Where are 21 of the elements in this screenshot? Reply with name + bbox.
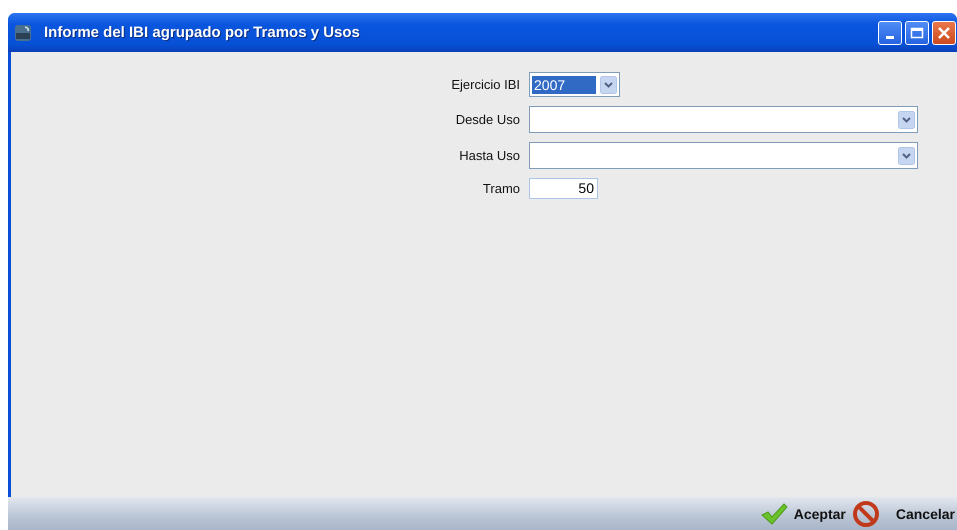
dropdown-field[interactable] — [529, 106, 918, 133]
cancel-button[interactable]: Cancelar — [894, 506, 957, 522]
checkmark-icon[interactable] — [760, 502, 788, 526]
accept-button[interactable]: Aceptar — [792, 506, 848, 522]
field-label: Ejercicio IBI — [451, 77, 520, 92]
maximize-icon — [910, 26, 924, 38]
field-label: Hasta Uso — [459, 148, 520, 163]
selected-value: 2007 — [532, 76, 596, 94]
prohibited-icon[interactable] — [852, 500, 880, 528]
app-icon — [14, 24, 32, 42]
close-icon — [937, 26, 951, 40]
minimize-button[interactable] — [878, 20, 902, 44]
field-label: Desde Uso — [456, 112, 520, 127]
maximize-button[interactable] — [905, 20, 929, 44]
minimize-icon — [886, 36, 894, 39]
field-label: Tramo — [482, 181, 520, 196]
close-button[interactable] — [932, 20, 956, 44]
window-title: Informe del IBI agrupado por Tramos y Usos — [44, 24, 360, 41]
dropdown-field[interactable] — [529, 142, 918, 169]
dropdown-field[interactable]: 2007 — [529, 72, 620, 97]
tramo-input[interactable]: 50 — [529, 178, 598, 199]
